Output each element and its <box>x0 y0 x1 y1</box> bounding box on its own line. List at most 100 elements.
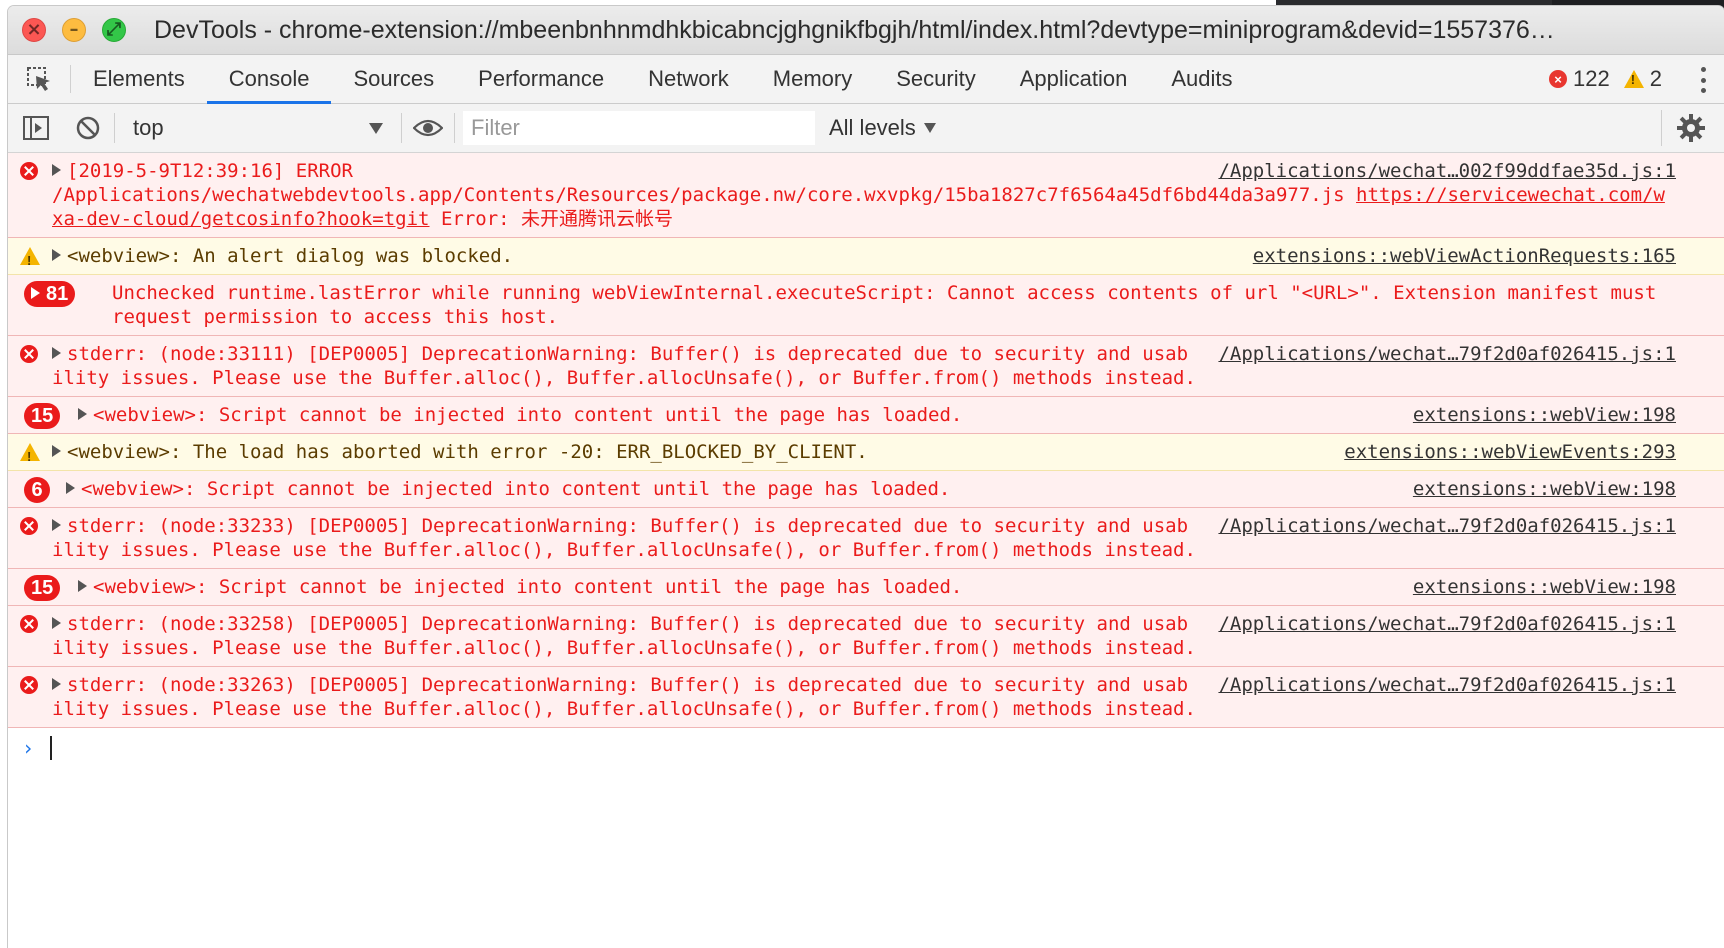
message-text: stderr: (node:33263) [DEP0005] Deprecati… <box>52 674 1196 720</box>
console-message[interactable]: /Applications/wechat…79f2d0af026415.js:1… <box>8 667 1724 728</box>
error-count: 122 <box>1573 66 1610 91</box>
message-body: extensions::webView:198 <webview>: Script… <box>78 575 1716 599</box>
warning-icon <box>20 247 40 273</box>
message-text: Unchecked runtime.lastError while runnin… <box>112 282 1668 328</box>
repeat-count-badge: 81 <box>24 281 76 307</box>
console-message[interactable]: /Applications/wechat…79f2d0af026415.js:1… <box>8 508 1724 569</box>
expand-triangle-icon[interactable] <box>52 445 61 457</box>
expand-triangle-icon[interactable] <box>52 678 61 690</box>
log-levels-dropdown[interactable]: All levels <box>829 115 936 141</box>
source-link[interactable]: extensions::webViewEvents:293 <box>1344 440 1676 464</box>
console-message[interactable]: extensions::webViewEvents:293 <webview>: … <box>8 434 1724 471</box>
expand-triangle-icon[interactable] <box>78 580 87 592</box>
inspect-element-button[interactable] <box>8 65 71 93</box>
issue-counts[interactable]: × 122 2 <box>1549 55 1662 103</box>
window-controls: × – ⤢ <box>22 18 126 42</box>
console-message[interactable]: extensions::webViewActionRequests:165 <we… <box>8 238 1724 275</box>
live-expression-button[interactable] <box>410 110 446 146</box>
console-toolbar: top All levels <box>8 104 1724 153</box>
expand-triangle-icon[interactable] <box>78 408 87 420</box>
message-body: /Applications/wechat…79f2d0af026415.js:1… <box>52 342 1716 390</box>
tab-audits[interactable]: Audits <box>1149 55 1254 103</box>
tab-network[interactable]: Network <box>626 55 751 103</box>
console-message[interactable]: /Applications/wechat…002f99ddfae35d.js:1… <box>8 153 1724 238</box>
tab-memory[interactable]: Memory <box>751 55 874 103</box>
repeat-count-badge: 15 <box>24 575 61 601</box>
toolbar-divider <box>454 113 455 143</box>
message-body: extensions::webViewEvents:293 <webview>: … <box>52 440 1716 464</box>
maximize-window-button[interactable]: ⤢ <box>102 18 126 42</box>
show-sidebar-button[interactable] <box>18 110 54 146</box>
clear-icon <box>76 116 100 140</box>
console-message[interactable]: /Applications/wechat…79f2d0af026415.js:1… <box>8 606 1724 667</box>
tab-console[interactable]: Console <box>206 55 332 104</box>
source-link[interactable]: /Applications/wechat…79f2d0af026415.js:1 <box>1218 342 1676 366</box>
source-link[interactable]: extensions::webView:198 <box>1413 575 1676 599</box>
message-text: stderr: (node:33233) [DEP0005] Deprecati… <box>52 515 1196 561</box>
tab-application[interactable]: Application <box>998 55 1150 103</box>
message-tail: Error: 未开通腾讯云帐号 <box>429 208 674 230</box>
source-link[interactable]: /Applications/wechat…79f2d0af026415.js:1 <box>1218 514 1676 538</box>
tab-sources[interactable]: Sources <box>331 55 456 103</box>
error-icon <box>20 676 38 694</box>
message-text: <webview>: An alert dialog was blocked. <box>67 245 514 267</box>
repeat-count-badge: 15 <box>24 403 61 429</box>
context-value: top <box>133 115 164 140</box>
filter-input[interactable] <box>463 111 815 145</box>
tab-elements[interactable]: Elements <box>71 55 207 103</box>
expand-triangle-icon[interactable] <box>66 482 75 494</box>
message-text: stderr: (node:33111) [DEP0005] Deprecati… <box>52 343 1196 389</box>
console-message[interactable]: /Applications/wechat…79f2d0af026415.js:1… <box>8 336 1724 397</box>
warning-count: 2 <box>1649 66 1662 91</box>
expand-triangle-icon[interactable] <box>52 164 61 176</box>
message-body: extensions::webView:198 <webview>: Script… <box>66 477 1716 501</box>
message-body: extensions::webView:198 <webview>: Script… <box>78 403 1716 427</box>
badge-count: 15 <box>31 577 54 599</box>
message-text: <webview>: Script cannot be injected int… <box>93 404 963 426</box>
source-link[interactable]: extensions::webView:198 <box>1413 477 1676 501</box>
console-message[interactable]: 81 Unchecked runtime.lastError while runn… <box>8 275 1724 336</box>
error-count-icon: × <box>1549 70 1568 88</box>
expand-triangle-icon[interactable] <box>31 287 40 299</box>
message-body: /Applications/wechat…79f2d0af026415.js:1… <box>52 612 1716 660</box>
source-link[interactable]: /Applications/wechat…79f2d0af026415.js:1 <box>1218 673 1676 697</box>
tab-security[interactable]: Security <box>874 55 997 103</box>
console-messages: /Applications/wechat…002f99ddfae35d.js:1… <box>8 153 1724 728</box>
title-bar: × – ⤢ DevTools - chrome-extension://mbee… <box>8 6 1724 55</box>
chevron-down-icon <box>369 122 383 134</box>
levels-value: All levels <box>829 115 916 140</box>
console-message[interactable]: 6 extensions::webView:198 <webview>: Scrip… <box>8 471 1724 508</box>
message-body: /Applications/wechat…79f2d0af026415.js:1… <box>52 514 1716 562</box>
tab-performance[interactable]: Performance <box>456 55 626 103</box>
text-cursor <box>50 736 52 760</box>
error-icon <box>20 615 38 633</box>
expand-triangle-icon[interactable] <box>52 519 61 531</box>
source-link[interactable]: extensions::webView:198 <box>1413 403 1676 427</box>
inspect-cursor-icon <box>27 67 50 91</box>
expand-triangle-icon[interactable] <box>52 249 61 261</box>
source-link[interactable]: extensions::webViewActionRequests:165 <box>1253 244 1676 268</box>
close-window-button[interactable]: × <box>22 18 46 42</box>
expand-triangle-icon[interactable] <box>52 347 61 359</box>
context-selector[interactable]: top <box>123 115 393 141</box>
more-options-icon[interactable] <box>1700 67 1706 93</box>
toolbar-divider <box>114 113 115 143</box>
repeat-count-badge: 6 <box>24 477 50 503</box>
prompt-chevron-icon: › <box>22 736 35 760</box>
console-settings-button[interactable] <box>1661 110 1712 146</box>
error-icon <box>20 162 38 180</box>
source-link[interactable]: /Applications/wechat…002f99ddfae35d.js:1 <box>1218 159 1676 183</box>
console-message[interactable]: 15 extensions::webView:198 <webview>: Scri… <box>8 397 1724 434</box>
minimize-window-button[interactable]: – <box>62 18 86 42</box>
message-text: <webview>: Script cannot be injected int… <box>93 576 963 598</box>
source-link[interactable]: /Applications/wechat…79f2d0af026415.js:1 <box>1218 612 1676 636</box>
clear-console-button[interactable] <box>70 110 106 146</box>
console-message[interactable]: 15 extensions::webView:198 <webview>: Scri… <box>8 569 1724 606</box>
badge-count: 15 <box>31 405 54 427</box>
console-prompt[interactable]: › <box>8 728 1724 768</box>
chevron-down-icon <box>923 123 936 133</box>
gear-icon <box>1677 114 1705 142</box>
expand-triangle-icon[interactable] <box>52 617 61 629</box>
message-body: /Applications/wechat…002f99ddfae35d.js:1… <box>52 159 1716 231</box>
message-body: /Applications/wechat…79f2d0af026415.js:1… <box>52 673 1716 721</box>
